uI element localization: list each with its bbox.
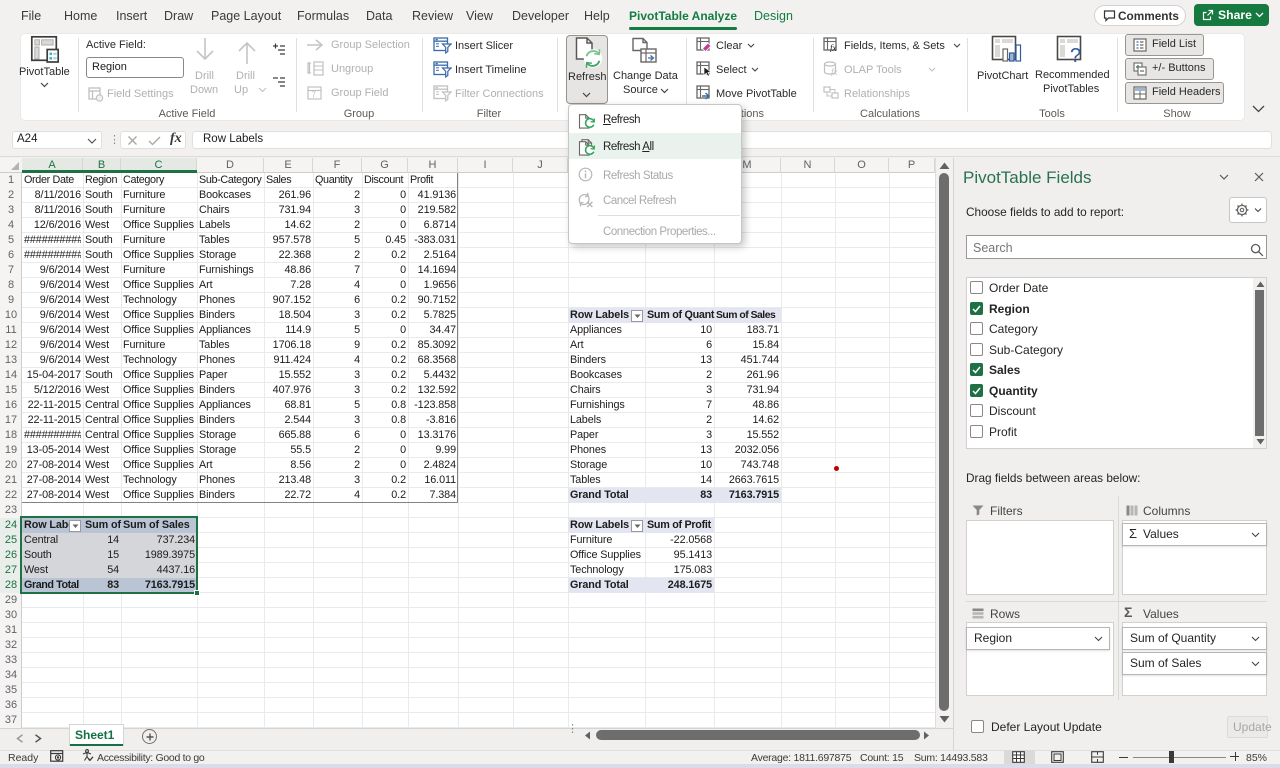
svg-text:fx: fx: [830, 43, 837, 52]
svg-text:7: 7: [312, 91, 317, 100]
svg-text:?: ?: [1070, 45, 1081, 67]
svg-text:fx: fx: [831, 67, 838, 76]
